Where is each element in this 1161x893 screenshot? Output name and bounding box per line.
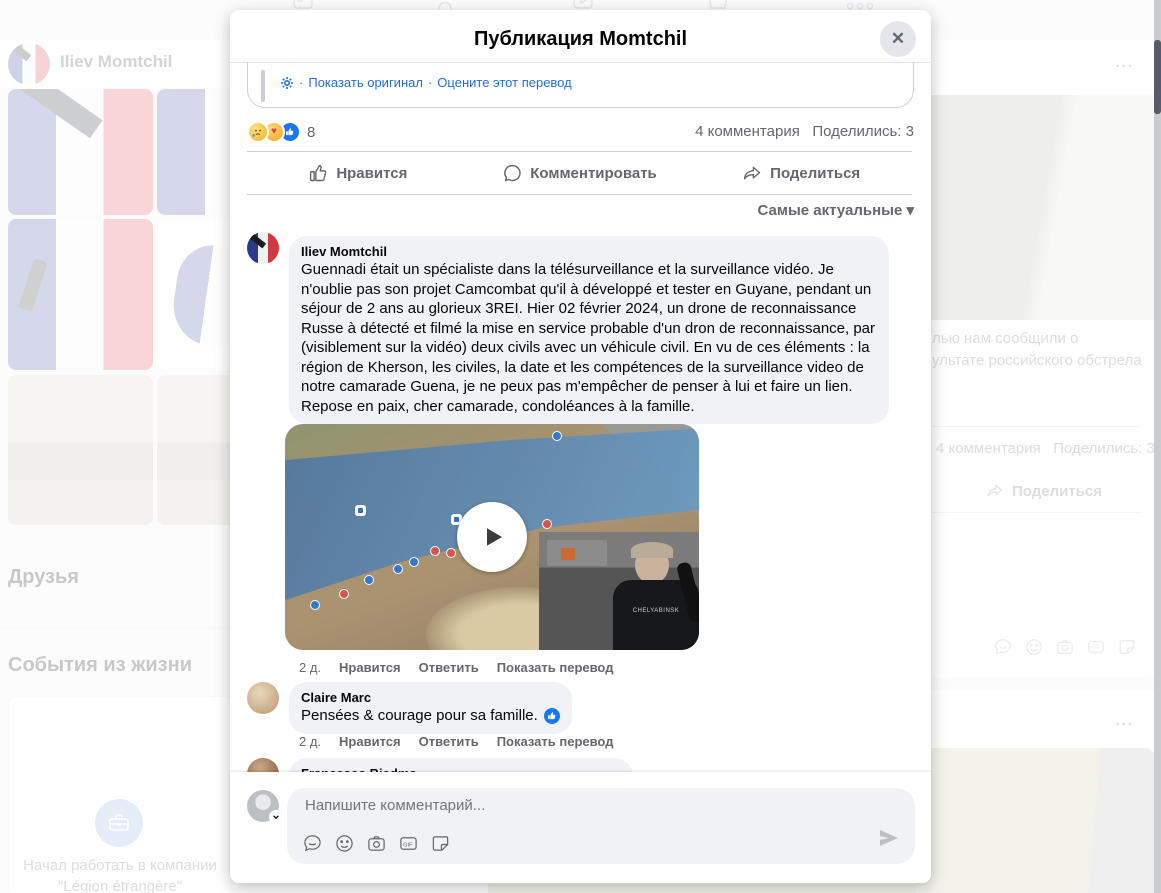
composer-avatar[interactable] (247, 790, 279, 822)
map-marker-red (446, 548, 456, 558)
map-marker-blue (364, 575, 374, 585)
comment-reply-link[interactable]: Ответить (419, 660, 479, 675)
shirt-text: CHELYABINSK (633, 608, 680, 650)
commenter-avatar[interactable] (247, 682, 279, 714)
gif-icon[interactable]: GIF (399, 834, 418, 853)
comment-like-link[interactable]: Нравится (339, 660, 401, 675)
scrollbar-thumb[interactable] (1154, 40, 1161, 114)
chevron-down-icon[interactable] (269, 810, 283, 824)
play-icon (477, 522, 507, 552)
map-marker-blue (393, 564, 403, 574)
page-scrollbar[interactable] (1154, 0, 1161, 893)
send-icon (879, 829, 899, 847)
video-attachment[interactable]: CHELYABINSK (285, 424, 699, 650)
comment-composer: GIF (230, 772, 931, 883)
post-modal: Публикация Momtchil ✕ · Показать оригина… (230, 10, 931, 883)
comment: Francesco Biedma (289, 758, 633, 772)
comment-author[interactable]: Claire Marc (301, 690, 560, 706)
map-chip-icon (355, 505, 366, 516)
map-marker-red (542, 519, 552, 529)
map-marker-blue (310, 600, 320, 610)
comment-time[interactable]: 2 д. (299, 660, 321, 675)
comment-meta-row: 2 д. Нравится Ответить Показать перевод (299, 660, 613, 675)
comment-time[interactable]: 2 д. (299, 734, 321, 749)
camera-icon[interactable] (367, 834, 386, 853)
map-marker-red (339, 589, 349, 599)
comment-translate-link[interactable]: Показать перевод (497, 734, 614, 749)
svg-text:GIF: GIF (403, 842, 413, 848)
comment-meta-row: 2 д. Нравится Ответить Показать перевод (299, 734, 613, 749)
emoji-icon[interactable] (335, 834, 354, 853)
comment: Iliev Momtchil Guennadi était un spécial… (289, 236, 889, 424)
screen: Iliev Momtchil Друзья События из жизни Н… (0, 0, 1161, 893)
webcam-overlay: CHELYABINSK (539, 532, 699, 650)
sad-reaction-icon (247, 121, 269, 143)
map-marker-blue (552, 431, 562, 441)
comment: Claire Marc Pensées & courage pour sa fa… (289, 682, 572, 734)
comment-text: Pensées & courage pour sa famille. (301, 706, 538, 726)
commenter-avatar[interactable] (247, 758, 279, 772)
play-button[interactable] (457, 502, 527, 572)
comments-scroll-region[interactable]: Iliev Momtchil Guennadi était un spécial… (230, 10, 931, 772)
comment-text: Guennadi était un spécialiste dans la té… (301, 260, 877, 416)
comment-input[interactable] (303, 796, 867, 815)
comment-translate-link[interactable]: Показать перевод (497, 660, 614, 675)
thumbs-up-emoji (544, 708, 560, 724)
commenter-avatar[interactable] (247, 232, 279, 264)
sticker-icon[interactable] (431, 834, 450, 853)
send-button[interactable] (879, 829, 899, 852)
composer-box[interactable]: GIF (287, 788, 915, 864)
comment-reply-link[interactable]: Ответить (419, 734, 479, 749)
comment-author[interactable]: Iliev Momtchil (301, 244, 877, 260)
avatar-sticker-icon[interactable] (303, 834, 322, 853)
comment-like-link[interactable]: Нравится (339, 734, 401, 749)
map-marker-red (430, 546, 440, 556)
map-marker-blue (409, 557, 419, 567)
